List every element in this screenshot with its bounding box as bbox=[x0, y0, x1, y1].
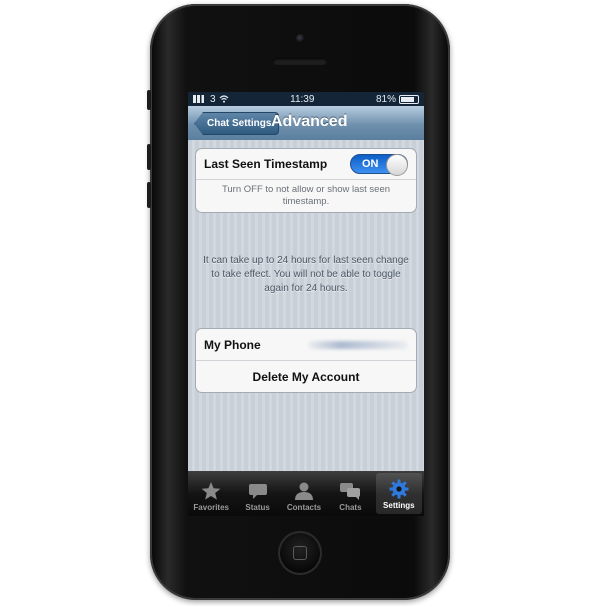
tab-chats[interactable]: Chats bbox=[327, 471, 373, 516]
status-bar: 3 11:39 81% bbox=[188, 92, 424, 106]
tab-label: Favorites bbox=[193, 503, 229, 512]
volume-down-button bbox=[147, 182, 151, 208]
last-seen-footer: Turn OFF to not allow or show last seen … bbox=[196, 179, 416, 212]
last-seen-toggle[interactable]: ON bbox=[350, 154, 408, 176]
tab-label: Status bbox=[245, 503, 270, 512]
battery-icon bbox=[399, 94, 419, 104]
last-seen-label: Last Seen Timestamp bbox=[204, 157, 328, 171]
carrier-label: 3 bbox=[210, 93, 216, 105]
delete-account-label: Delete My Account bbox=[252, 369, 360, 384]
person-icon bbox=[295, 482, 314, 500]
tab-contacts[interactable]: Contacts bbox=[281, 471, 327, 516]
toggle-state-label: ON bbox=[362, 158, 379, 170]
my-phone-row[interactable]: My Phone bbox=[196, 329, 416, 360]
tab-label: Contacts bbox=[286, 503, 322, 512]
battery-percent: 81% bbox=[375, 93, 396, 105]
settings-content: Last Seen Timestamp ON Turn OFF to not a… bbox=[188, 140, 424, 471]
page-title: Advanced bbox=[271, 113, 348, 130]
wifi-icon bbox=[219, 95, 228, 103]
tab-bar: Favorites Status Contacts Chats Settings bbox=[188, 471, 424, 516]
tab-settings[interactable]: Settings bbox=[375, 473, 423, 514]
phone-screen: 3 11:39 81% Chat Settings Advanced Last … bbox=[188, 92, 424, 516]
tab-status[interactable]: Status bbox=[234, 471, 280, 516]
volume-up-button bbox=[147, 144, 151, 170]
speech-bubble-icon bbox=[248, 484, 267, 499]
tab-favorites[interactable]: Favorites bbox=[188, 471, 234, 516]
star-icon bbox=[201, 482, 221, 500]
last-seen-note: It can take up to 24 hours for last seen… bbox=[203, 255, 409, 294]
back-button[interactable]: Chat Settings bbox=[194, 112, 280, 135]
gear-icon bbox=[389, 479, 409, 499]
account-group: My Phone Delete My Account bbox=[195, 328, 417, 393]
home-button[interactable] bbox=[278, 531, 322, 575]
front-camera bbox=[296, 34, 305, 43]
tab-label: Chats bbox=[339, 503, 362, 512]
chats-icon bbox=[340, 483, 361, 500]
earpiece-speaker bbox=[273, 58, 327, 65]
signal-icon bbox=[193, 95, 207, 103]
tab-label: Settings bbox=[383, 501, 415, 510]
my-phone-label: My Phone bbox=[204, 337, 261, 352]
last-seen-row: Last Seen Timestamp ON bbox=[196, 149, 416, 179]
mute-switch bbox=[147, 90, 151, 110]
phone-number-value bbox=[308, 340, 408, 349]
last-seen-group: Last Seen Timestamp ON Turn OFF to not a… bbox=[195, 148, 417, 213]
status-time: 11:39 bbox=[290, 93, 315, 105]
toggle-knob bbox=[386, 154, 408, 176]
navigation-bar: Chat Settings Advanced bbox=[188, 106, 424, 141]
delete-account-button[interactable]: Delete My Account bbox=[196, 361, 416, 392]
